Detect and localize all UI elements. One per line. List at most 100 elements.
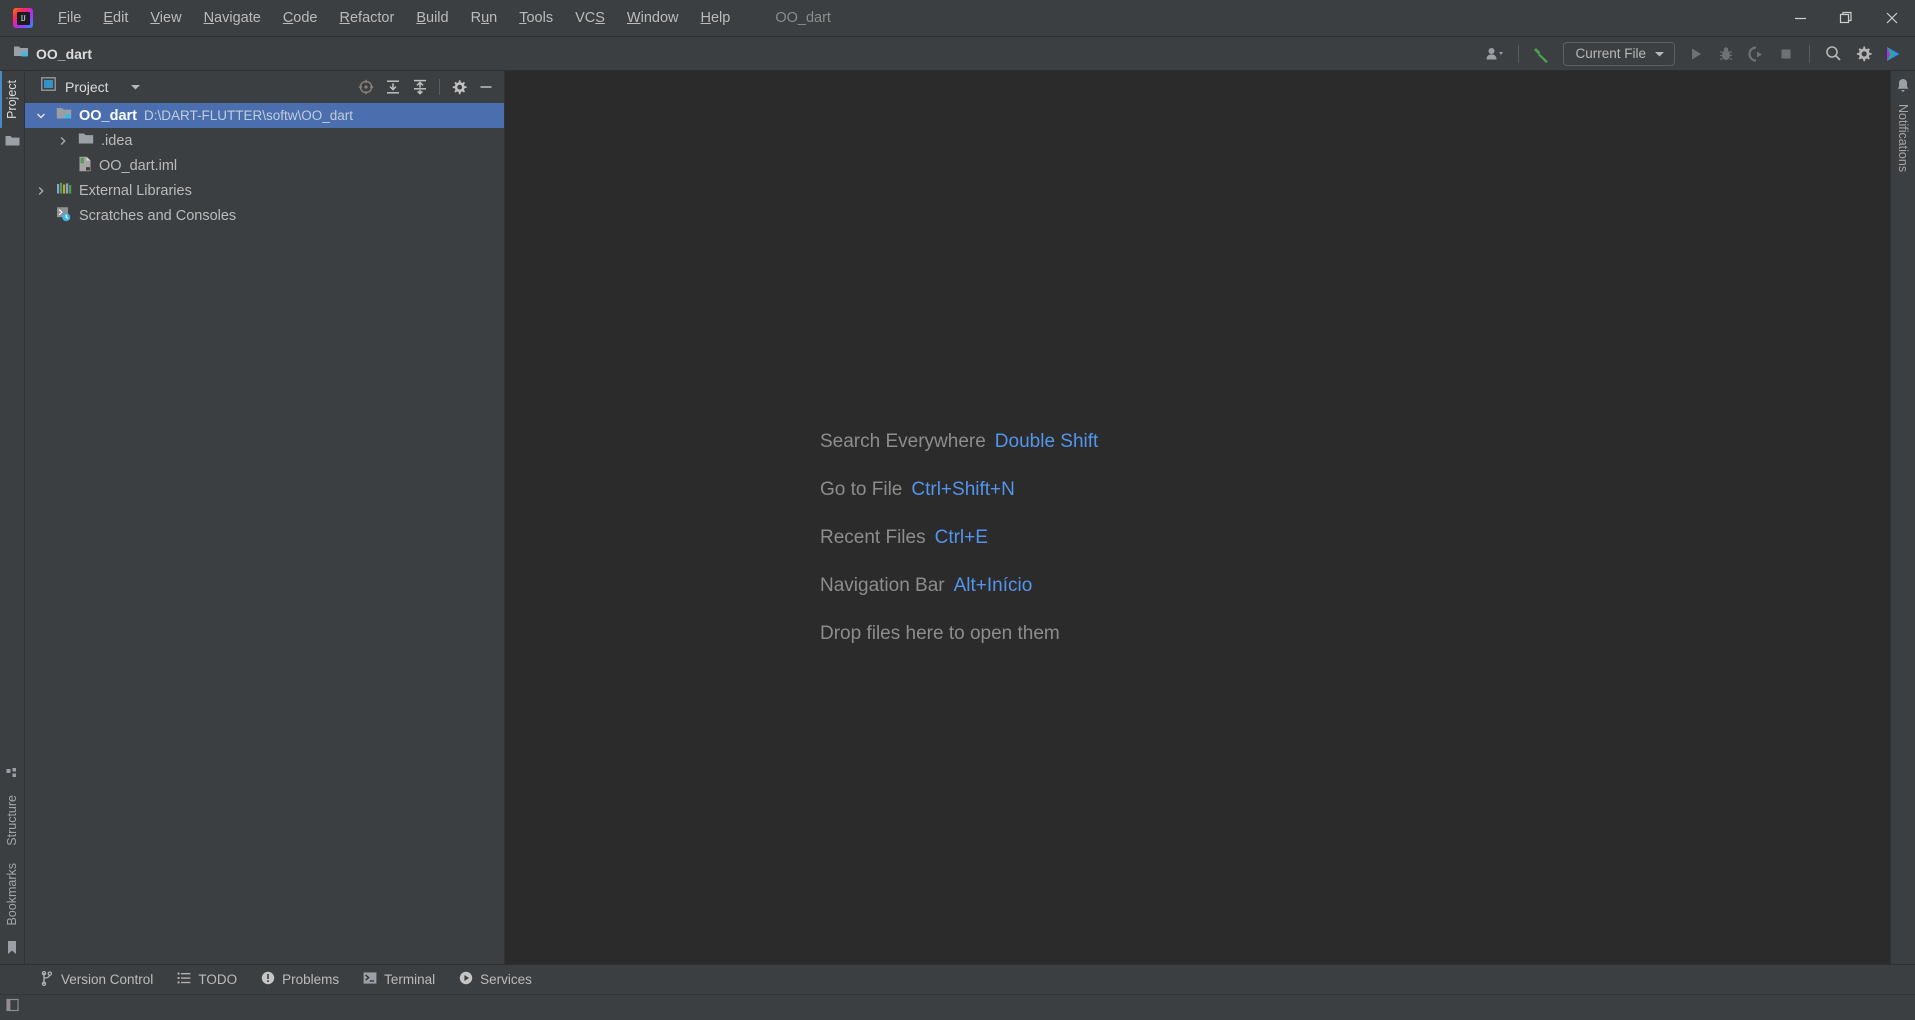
external-libraries-icon	[56, 181, 72, 200]
status-bar	[0, 994, 1915, 1020]
scratches-icon	[56, 206, 72, 226]
structure-icon[interactable]	[6, 763, 19, 786]
run-icon[interactable]	[1682, 41, 1710, 67]
folder-icon[interactable]	[5, 128, 20, 153]
build-hammer-icon[interactable]	[1528, 41, 1556, 67]
bell-icon[interactable]	[1896, 71, 1910, 95]
bookmark-icon[interactable]	[6, 935, 18, 960]
menu-help[interactable]: Help	[689, 6, 741, 30]
left-stripe-bottom: Structure Bookmarks	[2, 763, 22, 964]
project-panel-title: Project	[65, 78, 109, 95]
tree-node-label: Scratches and Consoles	[79, 207, 237, 224]
chevron-right-icon[interactable]	[33, 186, 49, 196]
menu-tools[interactable]: Tools	[508, 6, 564, 30]
hint-search-everywhere: Search Everywhere Double Shift	[820, 431, 1098, 453]
menu-vcs[interactable]: VCS	[564, 6, 616, 30]
hint-go-to-file: Go to File Ctrl+Shift+N	[820, 479, 1098, 501]
bottom-item-terminal[interactable]: Terminal	[353, 968, 445, 991]
bottom-item-label: Problems	[282, 972, 340, 987]
settings-gear-icon[interactable]	[1849, 41, 1877, 67]
bottom-item-label: TODO	[198, 972, 238, 987]
tree-node-scratches-and-consoles[interactable]: Scratches and Consoles	[25, 203, 504, 228]
menu-edit[interactable]: Edit	[92, 6, 139, 30]
left-tool-stripe: Project Structure Bookmarks	[0, 71, 25, 964]
project-view-selector[interactable]: Project	[35, 75, 147, 98]
tree-node-idea[interactable]: .idea	[25, 128, 504, 153]
menu-code[interactable]: Code	[272, 6, 329, 30]
main-menu: FFileile Edit View Navigate Code Refacto…	[47, 6, 741, 30]
services-icon	[459, 971, 473, 988]
menu-window[interactable]: Window	[616, 6, 690, 30]
right-stripe-top: Notifications	[1893, 71, 1913, 181]
stripe-structure-label: Structure	[5, 794, 19, 846]
project-module-icon	[56, 106, 72, 125]
hint-drop-files: Drop files here to open them	[820, 623, 1098, 645]
bottom-item-services[interactable]: Services	[449, 968, 542, 991]
terminal-icon	[363, 971, 377, 988]
bottom-item-problems[interactable]: Problems	[251, 968, 349, 991]
title-menu-bar: IJ FFileile Edit View Navigate Code Refa…	[0, 0, 1915, 37]
left-stripe-top: Project	[2, 71, 22, 153]
toolbar-right-actions: Current File	[1481, 41, 1915, 67]
run-configuration-selector[interactable]: Current File	[1563, 41, 1675, 66]
sidebar-item-bookmarks[interactable]: Bookmarks	[2, 854, 22, 935]
breadcrumb[interactable]: OO_dart	[13, 43, 92, 64]
minimize-icon[interactable]	[1777, 0, 1823, 37]
sidebar-item-project[interactable]: Project	[2, 71, 22, 128]
run-config-label: Current File	[1575, 46, 1646, 61]
restore-icon[interactable]	[1823, 0, 1869, 37]
menu-file[interactable]: FFileile	[47, 6, 92, 30]
menu-run[interactable]: Run	[460, 6, 509, 30]
project-panel-actions	[353, 75, 499, 99]
sidebar-item-notifications[interactable]: Notifications	[1893, 95, 1913, 181]
hint-shortcut: Ctrl+E	[934, 527, 988, 548]
hint-navigation-bar: Navigation Bar Alt+Início	[820, 575, 1098, 597]
intellij-window: IJ FFileile Edit View Navigate Code Refa…	[0, 0, 1915, 1020]
run-with-coverage-icon[interactable]	[1742, 41, 1770, 67]
menu-view[interactable]: View	[139, 6, 192, 30]
menu-navigate[interactable]: Navigate	[193, 6, 272, 30]
hint-shortcut: Alt+Início	[953, 575, 1033, 596]
tree-node-label: .idea	[101, 132, 133, 149]
tree-node-path: D:\DART-FLUTTER\softw\OO_dart	[144, 108, 354, 123]
bottom-item-label: Version Control	[61, 972, 154, 987]
editor-empty-area[interactable]: Search Everywhere Double Shift Go to File…	[505, 71, 1890, 964]
chevron-right-icon[interactable]	[55, 136, 71, 146]
tree-node-oo-dart[interactable]: OO_dart D:\DART-FLUTTER\softw\OO_dart	[25, 103, 504, 128]
hide-icon[interactable]	[473, 75, 499, 99]
panel-divider	[439, 78, 440, 95]
iml-file-icon	[78, 156, 92, 176]
menu-refactor[interactable]: Refactor	[329, 6, 406, 30]
select-opened-file-icon[interactable]	[353, 75, 379, 99]
tree-node-external-libraries[interactable]: External Libraries	[25, 178, 504, 203]
stripe-bookmarks-label: Bookmarks	[5, 863, 19, 926]
stripe-project-label: Project	[5, 80, 19, 119]
chevron-down-icon[interactable]	[33, 111, 49, 121]
debug-icon[interactable]	[1712, 41, 1740, 67]
menu-build[interactable]: Build	[405, 6, 459, 30]
user-account-icon[interactable]	[1481, 41, 1509, 67]
search-icon[interactable]	[1819, 41, 1847, 67]
tree-node-oo-dart-iml[interactable]: OO_dart.iml	[25, 153, 504, 178]
bottom-item-todo[interactable]: TODO	[167, 968, 247, 991]
bottom-tool-bar: Version Control TODO Problems Terminal S…	[0, 964, 1915, 994]
sidebar-item-structure[interactable]: Structure	[2, 786, 22, 855]
project-view-icon	[41, 77, 56, 96]
expand-all-icon[interactable]	[380, 75, 406, 99]
hint-action-label: Go to File	[820, 479, 903, 500]
ai-assistant-icon[interactable]	[1879, 41, 1907, 67]
hint-action-label: Search Everywhere	[820, 431, 986, 452]
collapse-all-icon[interactable]	[407, 75, 433, 99]
options-gear-icon[interactable]	[446, 75, 472, 99]
close-icon[interactable]	[1869, 0, 1915, 37]
hint-shortcut: Double Shift	[994, 431, 1099, 452]
hint-action-label: Recent Files	[820, 527, 926, 548]
layout-widget-icon[interactable]	[6, 998, 22, 1017]
toolbar-divider-2	[1809, 44, 1810, 63]
todo-list-icon	[177, 971, 191, 988]
chevron-down-icon	[130, 78, 141, 96]
stop-icon[interactable]	[1772, 41, 1800, 67]
bottom-item-version-control[interactable]: Version Control	[30, 968, 163, 992]
main-toolbar: OO_dart Current File	[0, 37, 1915, 71]
stripe-notifications-label: Notifications	[1896, 104, 1910, 173]
